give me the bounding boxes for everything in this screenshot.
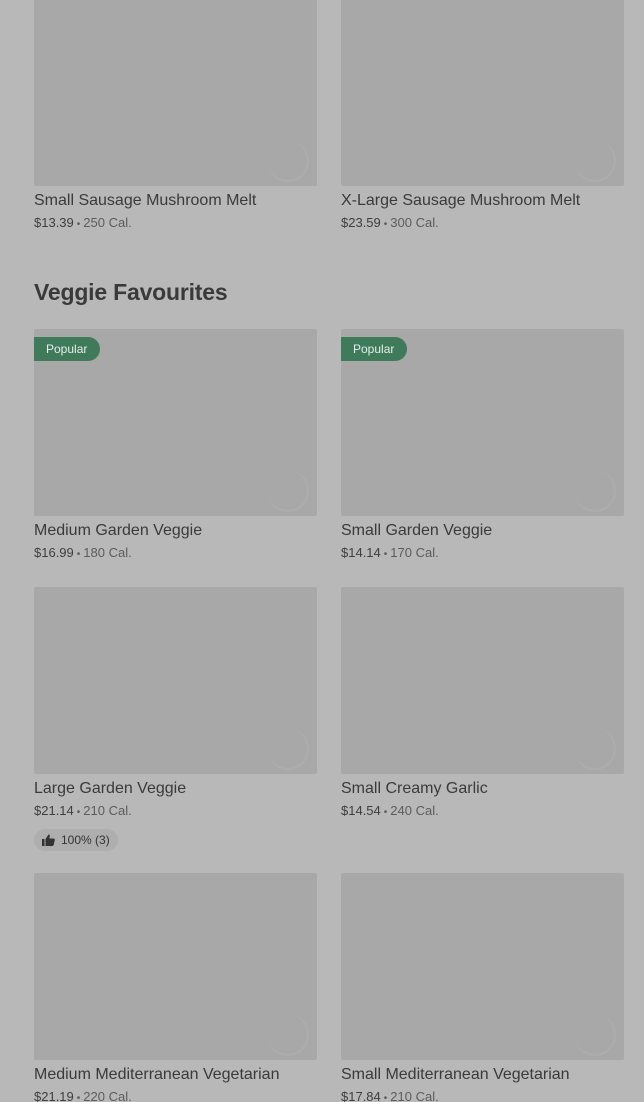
menu-item-card[interactable]: X-Large Sausage Mushroom Melt $23.59 • 300…	[341, 0, 624, 235]
item-image[interactable]	[34, 873, 317, 1060]
item-name: Medium Garden Veggie	[34, 522, 203, 539]
separator: •	[76, 807, 81, 818]
separator: •	[383, 219, 388, 230]
item-price: $21.14	[34, 803, 74, 818]
item-name: X-Large Sausage Mushroom Melt	[341, 192, 581, 209]
item-calories: 220 Cal.	[83, 1089, 132, 1102]
section-title: Veggie Favourites	[34, 279, 228, 305]
popular-badge: Popular	[341, 337, 408, 361]
separator: •	[383, 549, 388, 560]
rating-text: 100% (3)	[61, 833, 110, 847]
item-image[interactable]	[34, 0, 317, 186]
separator: •	[76, 1093, 81, 1102]
separator: •	[383, 1093, 388, 1102]
item-meta: $16.99 • 180 Cal.	[34, 543, 317, 565]
menu-item-card[interactable]: Popular Medium Garden Veggie $16.99 • 180 …	[34, 329, 317, 565]
item-price: $17.84	[341, 1089, 381, 1102]
item-meta: $21.19 • 220 Cal.	[34, 1087, 317, 1102]
item-image[interactable]	[341, 873, 624, 1060]
item-image[interactable]	[341, 0, 624, 186]
separator: •	[383, 807, 388, 818]
item-calories: 210 Cal.	[390, 1089, 439, 1102]
menu-item-card[interactable]: Medium Mediterranean Vegetarian $21.19 • 2…	[34, 873, 317, 1102]
item-price: $14.14	[341, 545, 381, 560]
separator: •	[76, 219, 81, 230]
menu-item-card[interactable]: Large Garden Veggie $21.14 • 210 Cal. 100%…	[34, 587, 317, 851]
veggie-row-3: Medium Mediterranean Vegetarian $21.19 • 2…	[34, 873, 624, 1102]
veggie-row-2: Large Garden Veggie $21.14 • 210 Cal. 100%…	[34, 587, 624, 851]
top-items-grid: Small Sausage Mushroom Melt $13.39 • 250 C…	[34, 0, 624, 235]
item-price: $21.19	[34, 1089, 74, 1102]
menu-page: Small Sausage Mushroom Melt $13.39 • 250 C…	[0, 0, 644, 1102]
item-meta: $14.14 • 170 Cal.	[341, 543, 624, 565]
item-meta: $21.14 • 210 Cal.	[34, 801, 317, 823]
menu-item-card[interactable]: Popular Small Garden Veggie $14.14 • 170 C…	[341, 329, 624, 565]
item-calories: 240 Cal.	[390, 803, 439, 818]
item-price: $13.39	[34, 215, 74, 230]
menu-item-card[interactable]: Small Mediterranean Vegetarian $17.84 • 21…	[341, 873, 624, 1102]
item-calories: 210 Cal.	[83, 803, 132, 818]
veggie-row-1: Popular Medium Garden Veggie $16.99 • 180 …	[34, 329, 624, 565]
item-image[interactable]	[341, 587, 624, 774]
item-meta: $13.39 • 250 Cal.	[34, 213, 317, 235]
item-image[interactable]	[34, 587, 317, 774]
item-image[interactable]: Popular	[34, 329, 317, 516]
item-name: Large Garden Veggie	[34, 780, 187, 797]
item-meta: $23.59 • 300 Cal.	[341, 213, 624, 235]
item-calories: 170 Cal.	[390, 545, 439, 560]
popular-badge: Popular	[34, 337, 101, 361]
item-calories: 180 Cal.	[83, 545, 132, 560]
item-calories: 250 Cal.	[83, 215, 132, 230]
thumbs-up-icon	[42, 834, 55, 846]
item-price: $16.99	[34, 545, 74, 560]
item-calories: 300 Cal.	[390, 215, 439, 230]
rating-badge: 100% (3)	[34, 829, 118, 851]
menu-item-card[interactable]: Small Sausage Mushroom Melt $13.39 • 250 C…	[34, 0, 317, 235]
item-name: Small Mediterranean Vegetarian	[341, 1066, 570, 1083]
item-price: $23.59	[341, 215, 381, 230]
separator: •	[76, 549, 81, 560]
item-name: Small Sausage Mushroom Melt	[34, 192, 257, 209]
item-meta: $14.54 • 240 Cal.	[341, 801, 624, 823]
item-name: Small Creamy Garlic	[341, 780, 488, 797]
item-price: $14.54	[341, 803, 381, 818]
item-name: Medium Mediterranean Vegetarian	[34, 1066, 280, 1083]
item-image[interactable]: Popular	[341, 329, 624, 516]
item-meta: $17.84 • 210 Cal.	[341, 1087, 624, 1102]
menu-item-card[interactable]: Small Creamy Garlic $14.54 • 240 Cal.	[341, 587, 624, 851]
item-name: Small Garden Veggie	[341, 522, 493, 539]
